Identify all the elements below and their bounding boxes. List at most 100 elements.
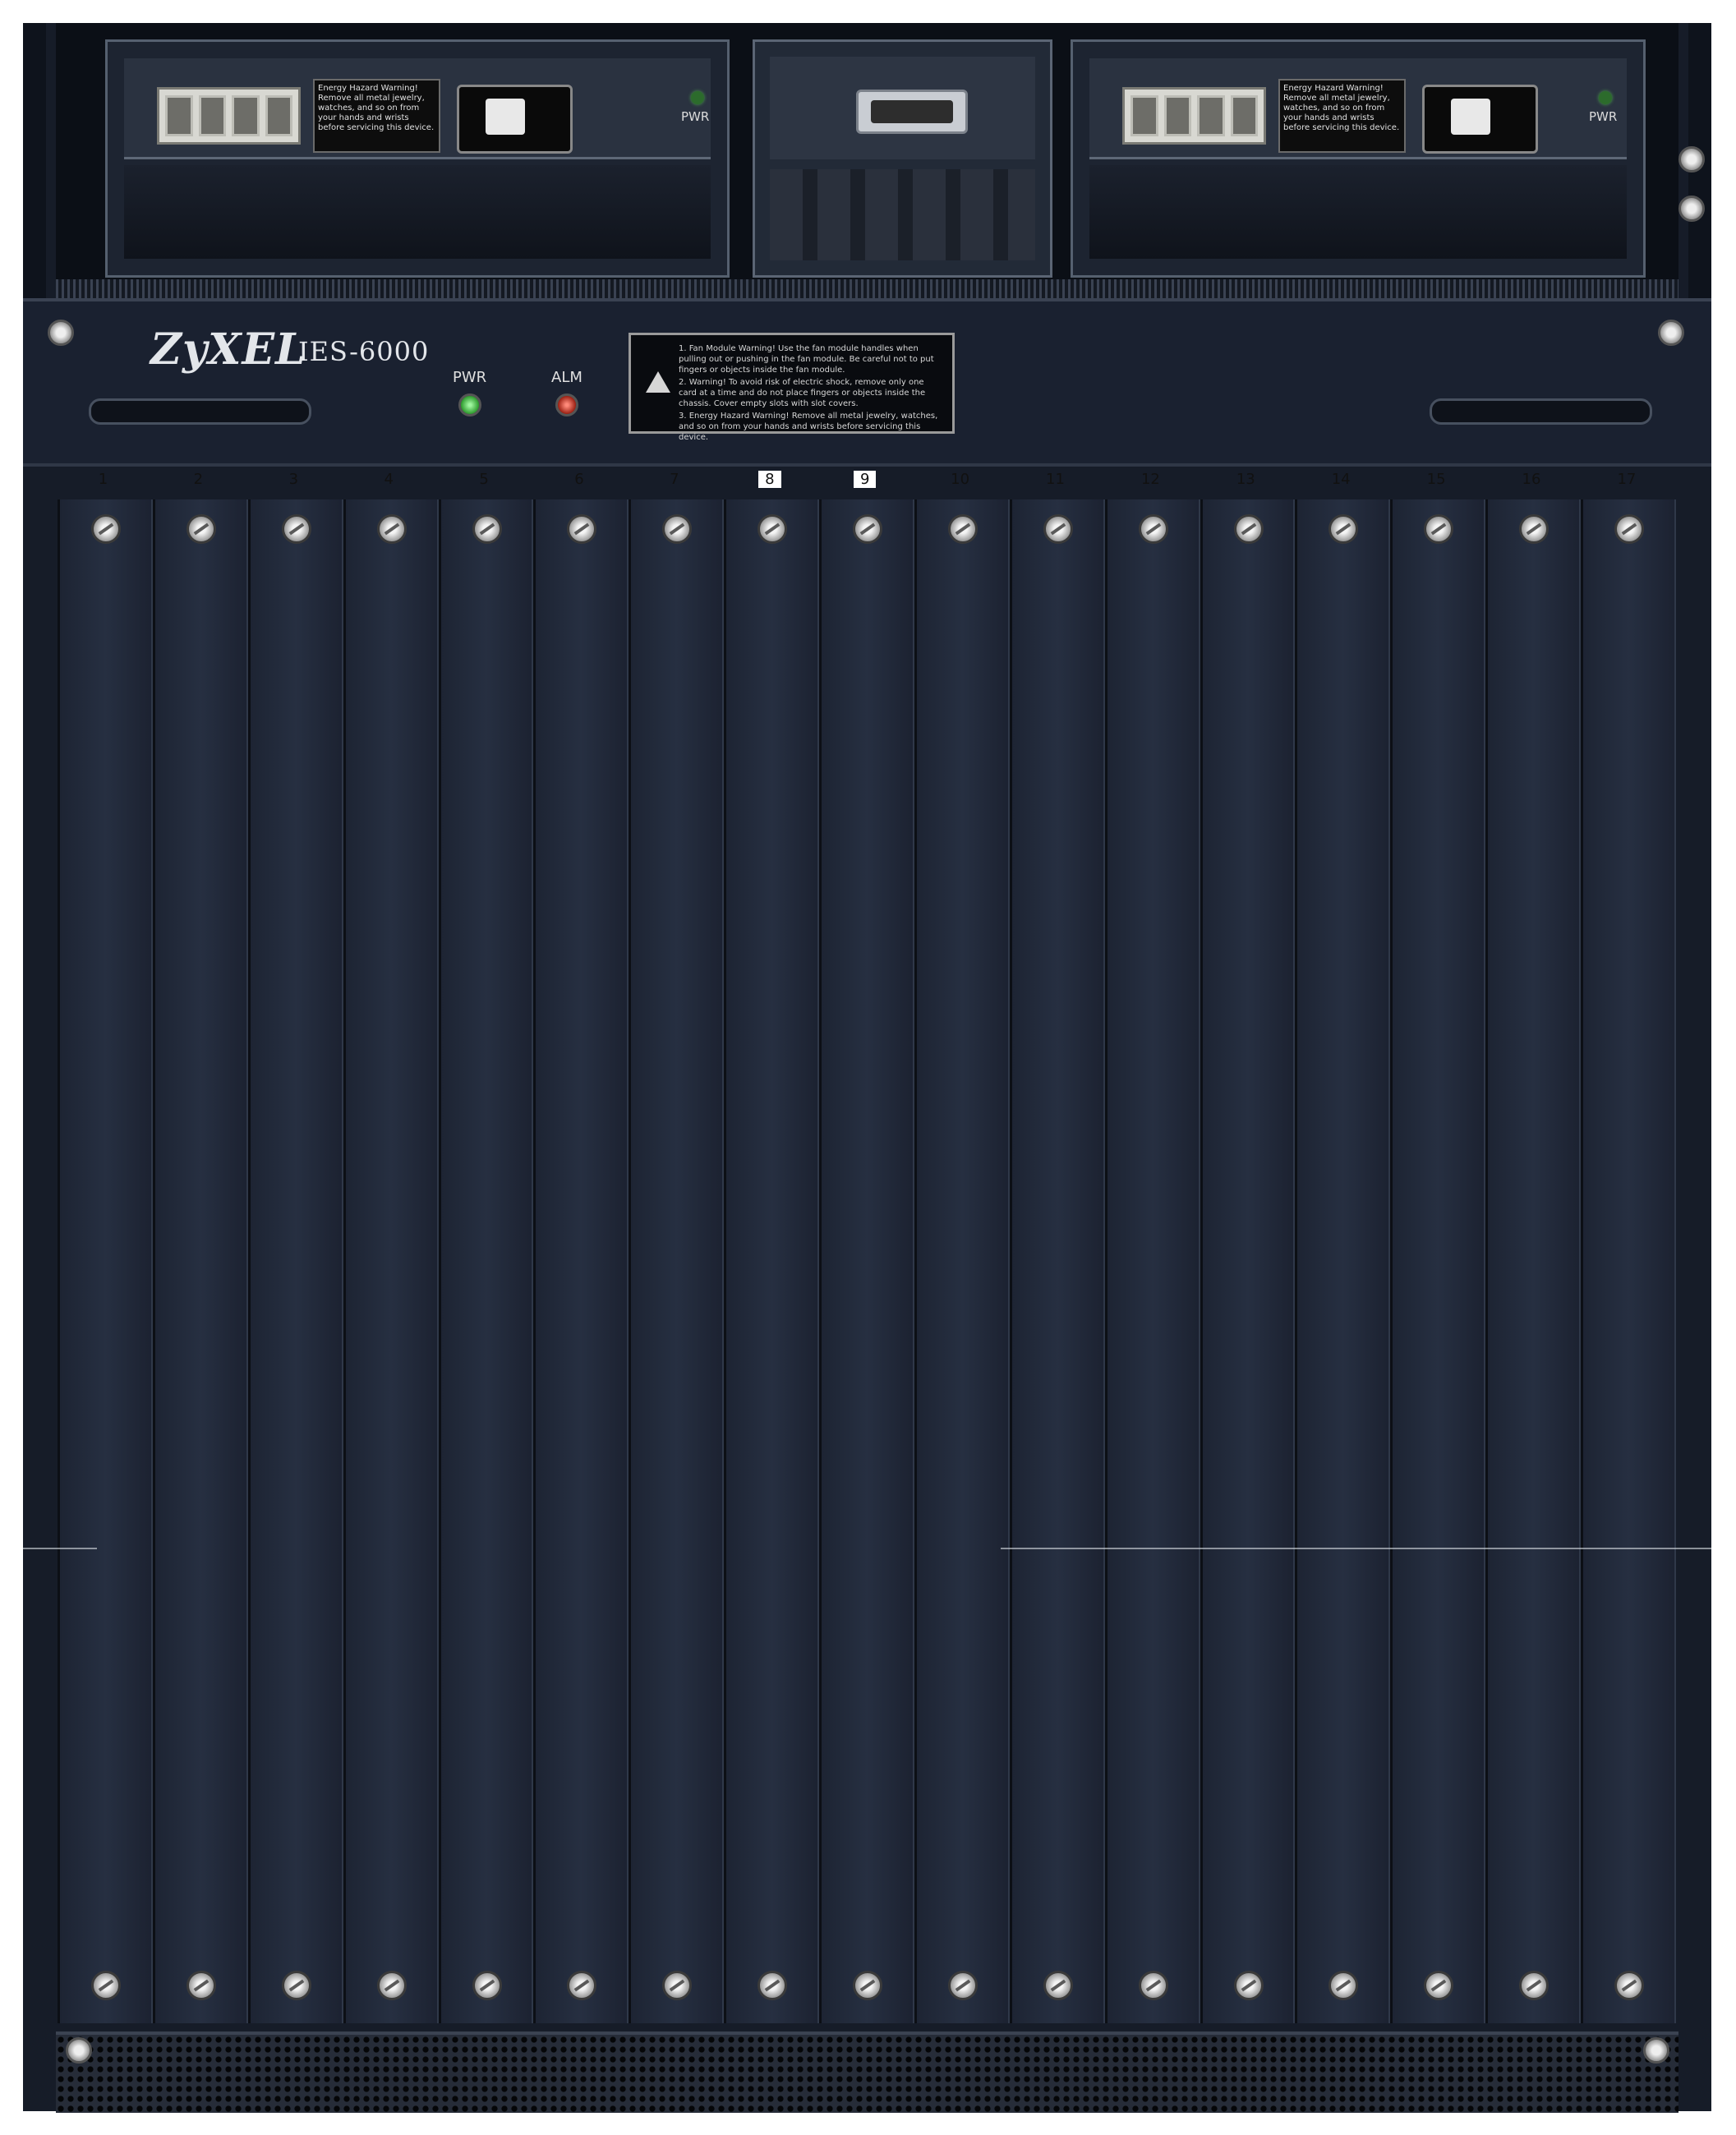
slot-cover[interactable] <box>724 499 819 2023</box>
pwr-led-label: PWR <box>453 369 487 386</box>
model-label: IES-6000 <box>298 336 430 367</box>
slot-number-text: 11 <box>1046 471 1065 488</box>
thumb-screw-icon[interactable] <box>947 1971 978 2000</box>
thumb-screw-icon[interactable] <box>757 514 788 544</box>
thumb-screw-icon[interactable] <box>1519 1971 1550 2000</box>
slot-cover[interactable] <box>629 499 725 2023</box>
fan-module[interactable] <box>753 39 1052 278</box>
bottom-vent <box>56 2031 1678 2113</box>
thumb-screw-icon[interactable] <box>1043 1971 1073 2000</box>
power-switch[interactable] <box>1422 85 1538 154</box>
psu-warning-label: Energy Hazard Warning! Remove all metal … <box>313 79 440 153</box>
thumb-screw-icon[interactable] <box>1233 514 1264 544</box>
thumb-screw-icon[interactable] <box>1519 514 1550 544</box>
power-terminal-block[interactable] <box>157 87 301 145</box>
slot-number-text: 15 <box>1426 471 1446 488</box>
thumb-screw-icon[interactable] <box>376 514 407 544</box>
power-switch[interactable] <box>457 85 573 154</box>
thumb-screw-icon[interactable] <box>947 514 978 544</box>
slot-number: 1 <box>56 471 150 488</box>
slot-cover[interactable] <box>1104 499 1200 2023</box>
thumb-screw-icon[interactable] <box>1043 514 1073 544</box>
slot-number: 4 <box>342 471 436 488</box>
right-handle[interactable] <box>1430 398 1652 425</box>
slot-cover[interactable] <box>1390 499 1486 2023</box>
slot-cover[interactable] <box>819 499 914 2023</box>
light-reflection <box>1001 1548 1711 1549</box>
slot-cover[interactable] <box>247 499 343 2023</box>
db15-connector[interactable] <box>856 90 968 134</box>
slot-number-text: 4 <box>384 471 394 488</box>
thumb-screw-icon[interactable] <box>472 1971 502 2000</box>
psu-lower-panel <box>1089 165 1627 259</box>
vent-screw[interactable] <box>66 2037 92 2064</box>
slot-cover[interactable] <box>1485 499 1581 2023</box>
thumb-screw-icon[interactable] <box>1424 514 1454 544</box>
psu-warning-label: Energy Hazard Warning! Remove all metal … <box>1278 79 1406 153</box>
slot-number: 16 <box>1485 471 1579 488</box>
thumb-screw-icon[interactable] <box>567 1971 597 2000</box>
power-supply-right[interactable]: Energy Hazard Warning! Remove all metal … <box>1071 39 1646 278</box>
slot-cover[interactable] <box>1581 499 1676 2023</box>
thumb-screw-icon[interactable] <box>1328 1971 1359 2000</box>
power-terminal-block[interactable] <box>1122 87 1266 145</box>
thumb-screw-icon[interactable] <box>91 514 121 544</box>
thumb-screw-icon[interactable] <box>567 514 597 544</box>
slot-number: 6 <box>532 471 627 488</box>
left-rack-ear <box>23 23 46 315</box>
thumb-screw-icon[interactable] <box>91 1971 121 2000</box>
power-fan-tray: Energy Hazard Warning! Remove all metal … <box>56 23 1678 294</box>
thumb-screw-icon[interactable] <box>281 514 311 544</box>
thumb-screw-icon[interactable] <box>1138 514 1168 544</box>
slot-cover[interactable] <box>914 499 1010 2023</box>
psu-lower-panel <box>124 165 711 259</box>
slot-cover[interactable] <box>1200 499 1296 2023</box>
thumb-screw-icon[interactable] <box>376 1971 407 2000</box>
slot-number-row: 1 2 3 4 5 6 7 8 9 10 11 12 13 14 15 16 17 <box>56 471 1683 495</box>
thumb-screw-icon[interactable] <box>472 514 502 544</box>
psu-face: Energy Hazard Warning! Remove all metal … <box>1089 58 1627 159</box>
slot-number-text: 2 <box>193 471 204 488</box>
vent-screw[interactable] <box>1643 2037 1669 2064</box>
thumb-screw-icon[interactable] <box>281 1971 311 2000</box>
chassis-header: ZyXEL IES-6000 PWR ALM 1. Fan Module War… <box>23 298 1711 467</box>
slot-cover[interactable] <box>438 499 534 2023</box>
thumb-screw-icon[interactable] <box>1614 514 1644 544</box>
thumb-screw-icon[interactable] <box>186 1971 216 2000</box>
thumb-screw-icon[interactable] <box>1328 514 1359 544</box>
slot-cover[interactable] <box>58 499 153 2023</box>
slot-number-text: 12 <box>1140 471 1160 488</box>
chassis: Energy Hazard Warning! Remove all metal … <box>23 23 1711 2113</box>
thumb-screw-icon[interactable] <box>853 514 882 544</box>
thumb-screw-icon[interactable] <box>1614 1971 1644 2000</box>
slot-number: 14 <box>1294 471 1388 488</box>
thumb-screw-icon[interactable] <box>662 514 693 544</box>
header-screw[interactable] <box>48 320 74 346</box>
slot-cover[interactable] <box>1009 499 1105 2023</box>
slot-cover[interactable] <box>343 499 439 2023</box>
power-supply-left[interactable]: Energy Hazard Warning! Remove all metal … <box>105 39 730 278</box>
slot-cover[interactable] <box>1295 499 1391 2023</box>
thumb-screw-icon[interactable] <box>1424 1971 1454 2000</box>
slot-cover[interactable] <box>152 499 248 2023</box>
rack-screw[interactable] <box>1678 146 1705 173</box>
slot-cover[interactable] <box>533 499 629 2023</box>
thumb-screw-icon[interactable] <box>662 1971 693 2000</box>
psu-led-label: PWR <box>681 109 710 124</box>
alm-led-label: ALM <box>551 369 583 386</box>
slot-number-text: 7 <box>670 471 679 488</box>
thumb-screw-icon[interactable] <box>757 1971 788 2000</box>
light-reflection <box>23 1548 97 1549</box>
header-screw[interactable] <box>1658 320 1684 346</box>
slot-number-text: 5 <box>479 471 489 488</box>
psu-face: Energy Hazard Warning! Remove all metal … <box>124 58 711 159</box>
left-handle[interactable] <box>89 398 311 425</box>
rack-screw[interactable] <box>1678 196 1705 222</box>
thumb-screw-icon[interactable] <box>1233 1971 1264 2000</box>
slot-number-text: 17 <box>1617 471 1637 488</box>
thumb-screw-icon[interactable] <box>853 1971 882 2000</box>
psu-power-led <box>1599 91 1612 104</box>
thumb-screw-icon[interactable] <box>1138 1971 1168 2000</box>
thumb-screw-icon[interactable] <box>186 514 216 544</box>
slot-number-text: 10 <box>951 471 970 488</box>
